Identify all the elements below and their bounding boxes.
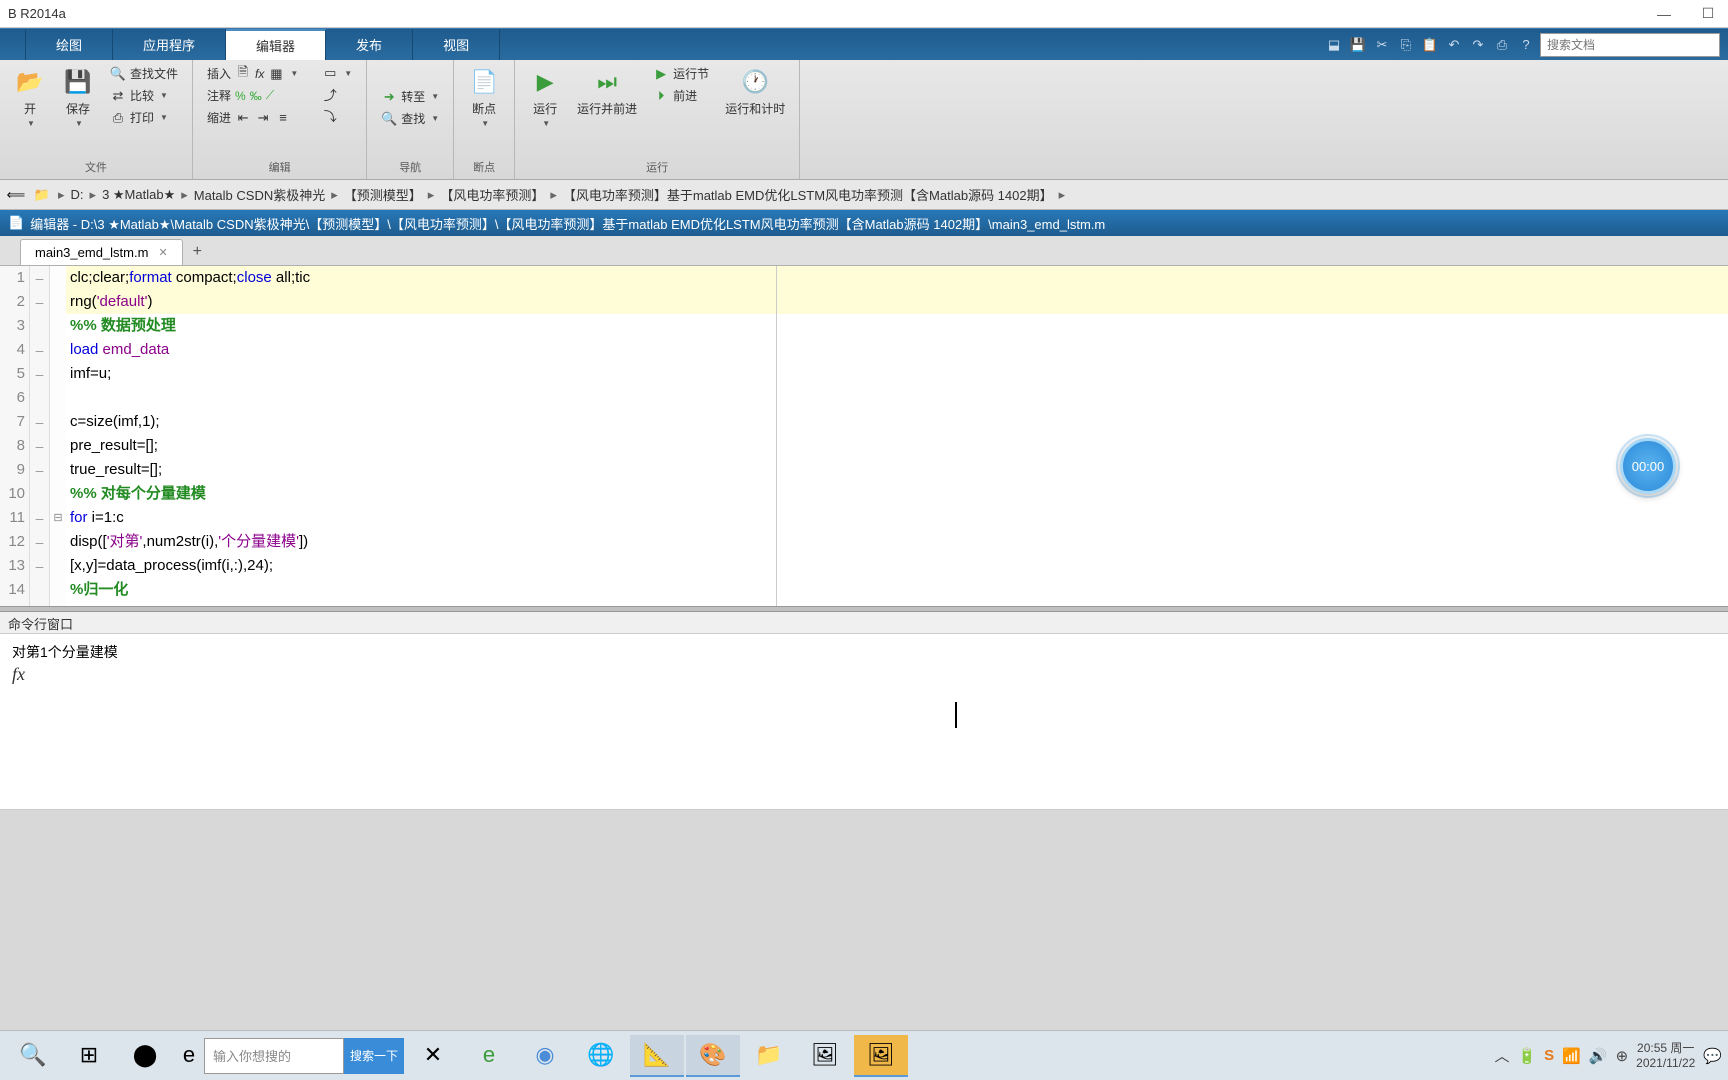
search-docs-input[interactable] bbox=[1540, 33, 1720, 57]
copy-icon[interactable]: ⎘ bbox=[1396, 35, 1416, 55]
tb-app-2[interactable]: 🎨 bbox=[686, 1035, 740, 1077]
ribbon-edit-label: 编辑 bbox=[203, 157, 356, 177]
comment-button[interactable]: 注释 % ‰ ⟋ bbox=[203, 86, 302, 105]
print-icon[interactable]: ⎙ bbox=[1492, 35, 1512, 55]
tb-photos-icon[interactable]: 🖼 bbox=[854, 1035, 908, 1077]
print-button[interactable]: ⎙打印▼ bbox=[106, 108, 182, 127]
run-icon: ▶ bbox=[529, 66, 561, 98]
taskbar-clock[interactable]: 20:55 周一 2021/11/22 bbox=[1636, 1041, 1695, 1070]
find-button[interactable]: 🔍查找▼ bbox=[377, 109, 443, 128]
command-window[interactable]: 对第1个分量建模 fx bbox=[0, 634, 1728, 809]
advance-icon: ⏵ bbox=[653, 88, 669, 104]
taskbar-search-button[interactable]: 搜索一下 bbox=[344, 1038, 404, 1074]
compare-icon: ⇄ bbox=[110, 88, 126, 104]
close-icon[interactable]: ✕ bbox=[158, 246, 167, 259]
run-time-button[interactable]: 🕐 运行和计时 bbox=[721, 64, 789, 119]
fold-gutter[interactable]: ⊟ bbox=[50, 266, 66, 606]
find-files-button[interactable]: 🔍查找文件 bbox=[106, 64, 182, 83]
tray-chevron-icon[interactable]: ︿ bbox=[1494, 1045, 1509, 1066]
redo-icon[interactable]: ↷ bbox=[1468, 35, 1488, 55]
breakpoint-gutter[interactable]: –––––––––– bbox=[30, 266, 50, 606]
tb-explorer-icon[interactable]: 📁 bbox=[742, 1035, 796, 1077]
cmd-window-title: 命令行窗口 bbox=[0, 612, 1728, 634]
taskbar[interactable]: 🔍 ⊞ ⬤ e 输入你想搜的 搜索一下 ✕ e ◉ 🌐 📐 🎨 📁 🖼 🖼 ︿ … bbox=[0, 1030, 1728, 1080]
run-button[interactable]: ▶ 运行▼ bbox=[525, 64, 565, 130]
goto-icon: ➜ bbox=[381, 89, 397, 105]
run-section-button[interactable]: ▶运行节 bbox=[649, 64, 713, 83]
advance-button[interactable]: ⏵前进 bbox=[649, 86, 713, 105]
insert-button[interactable]: 插入 🗎 fx ▦▼ bbox=[203, 64, 302, 83]
tab-view[interactable]: 视图 bbox=[413, 29, 500, 60]
cmd-prompt: fx bbox=[12, 664, 1716, 685]
tb-app-3[interactable]: 🖼 bbox=[798, 1035, 852, 1077]
breakpoints-icon: 📄 bbox=[468, 66, 500, 98]
open-icon: 📂 bbox=[14, 66, 46, 98]
timer-badge[interactable]: 00:00 bbox=[1620, 438, 1676, 494]
indent-button[interactable]: 缩进 ⇤ ⇥ ≡ bbox=[203, 108, 302, 127]
save-button[interactable]: 💾 保存▼ bbox=[58, 64, 98, 130]
tray-battery-icon[interactable]: 🔋 bbox=[1517, 1047, 1536, 1065]
maximize-icon[interactable]: ☐ bbox=[1696, 5, 1720, 23]
cut-icon[interactable]: ✂ bbox=[1372, 35, 1392, 55]
run-advance-button[interactable]: ⏭ 运行并前进 bbox=[573, 64, 641, 119]
tb-edge-icon[interactable]: e bbox=[462, 1035, 516, 1077]
breakpoints-button[interactable]: 📄 断点▼ bbox=[464, 64, 504, 130]
breadcrumb[interactable]: ⟸ 📁 ▸ D:▸ 3 ★Matlab★▸ Matalb CSDN紫极神光▸ 【… bbox=[0, 180, 1728, 210]
minimize-icon[interactable]: — bbox=[1652, 5, 1676, 23]
ribbon-run-label: 运行 bbox=[525, 157, 789, 177]
tab-editor[interactable]: 编辑器 bbox=[226, 29, 326, 60]
obs-icon[interactable]: ⬤ bbox=[118, 1035, 172, 1077]
tab-publish[interactable]: 发布 bbox=[326, 29, 413, 60]
find-files-icon: 🔍 bbox=[110, 66, 126, 82]
run-advance-icon: ⏭ bbox=[591, 66, 623, 98]
fx-icon: fx bbox=[255, 67, 264, 81]
save-icon: 💾 bbox=[62, 66, 94, 98]
open-button[interactable]: 📂 开▼ bbox=[10, 64, 50, 130]
help-icon[interactable]: ? bbox=[1516, 35, 1536, 55]
tb-browser2-icon[interactable]: 🌐 bbox=[574, 1035, 628, 1077]
add-tab-button[interactable]: + bbox=[183, 239, 212, 265]
tb-app-1[interactable]: ✕ bbox=[406, 1035, 460, 1077]
tb-matlab-icon[interactable]: 📐 bbox=[630, 1035, 684, 1077]
undo-icon[interactable]: ↶ bbox=[1444, 35, 1464, 55]
find-icon: 🔍 bbox=[381, 111, 397, 127]
goto-button[interactable]: ➜转至▼ bbox=[377, 87, 443, 106]
tray-notif-icon[interactable]: 💬 bbox=[1703, 1047, 1722, 1065]
edit-icon-1[interactable]: ▭ bbox=[322, 65, 338, 81]
cmd-output-line: 对第1个分量建模 bbox=[12, 642, 1716, 662]
edit-icon-3[interactable]: ⤵ bbox=[322, 107, 338, 123]
tray-volume-icon[interactable]: 🔊 bbox=[1589, 1047, 1608, 1065]
ribbon-nav-label: 导航 bbox=[377, 157, 443, 177]
run-section-icon: ▶ bbox=[653, 66, 669, 82]
paste-icon[interactable]: 📋 bbox=[1420, 35, 1440, 55]
tray-wifi-icon[interactable]: 📶 bbox=[1562, 1047, 1581, 1065]
ie-icon: e bbox=[174, 1035, 204, 1077]
edit-icon-2[interactable]: ⤴ bbox=[322, 86, 338, 102]
file-tab-main3[interactable]: main3_emd_lstm.m ✕ bbox=[20, 239, 183, 265]
taskbar-search-input[interactable]: 输入你想搜的 bbox=[204, 1038, 344, 1074]
save-icon[interactable]: 💾 bbox=[1348, 35, 1368, 55]
ribbon-bp-label: 断点 bbox=[464, 157, 504, 177]
line-gutter: 1234567891011121314 bbox=[0, 266, 30, 606]
run-time-icon: 🕐 bbox=[739, 66, 771, 98]
compare-button[interactable]: ⇄比较▼ bbox=[106, 86, 182, 105]
window-title: B R2014a bbox=[8, 6, 1652, 21]
folder-icon: 📁 bbox=[32, 185, 52, 205]
text-cursor bbox=[955, 702, 957, 728]
qa-icon-1[interactable]: ⬓ bbox=[1324, 35, 1344, 55]
tab-plot[interactable]: 绘图 bbox=[26, 29, 113, 60]
search-icon[interactable]: 🔍 bbox=[6, 1035, 60, 1077]
tray-ime-icon[interactable]: S bbox=[1544, 1047, 1554, 1064]
editor-doc-icon: 📄 bbox=[8, 215, 24, 231]
bc-back-icon[interactable]: ⟸ bbox=[6, 185, 26, 205]
code-area[interactable]: clc;clear;format compact;close all;tic r… bbox=[66, 266, 1728, 606]
ribbon-file-label: 文件 bbox=[10, 157, 182, 177]
tray-lang-icon[interactable]: ⊕ bbox=[1616, 1047, 1629, 1065]
taskview-icon[interactable]: ⊞ bbox=[62, 1035, 116, 1077]
print-icon: ⎙ bbox=[110, 110, 126, 126]
editor-path: 编辑器 - D:\3 ★Matlab★\Matalb CSDN紫极神光\【预测模… bbox=[30, 214, 1105, 233]
tab-apps[interactable]: 应用程序 bbox=[113, 29, 226, 60]
tb-browser1-icon[interactable]: ◉ bbox=[518, 1035, 572, 1077]
